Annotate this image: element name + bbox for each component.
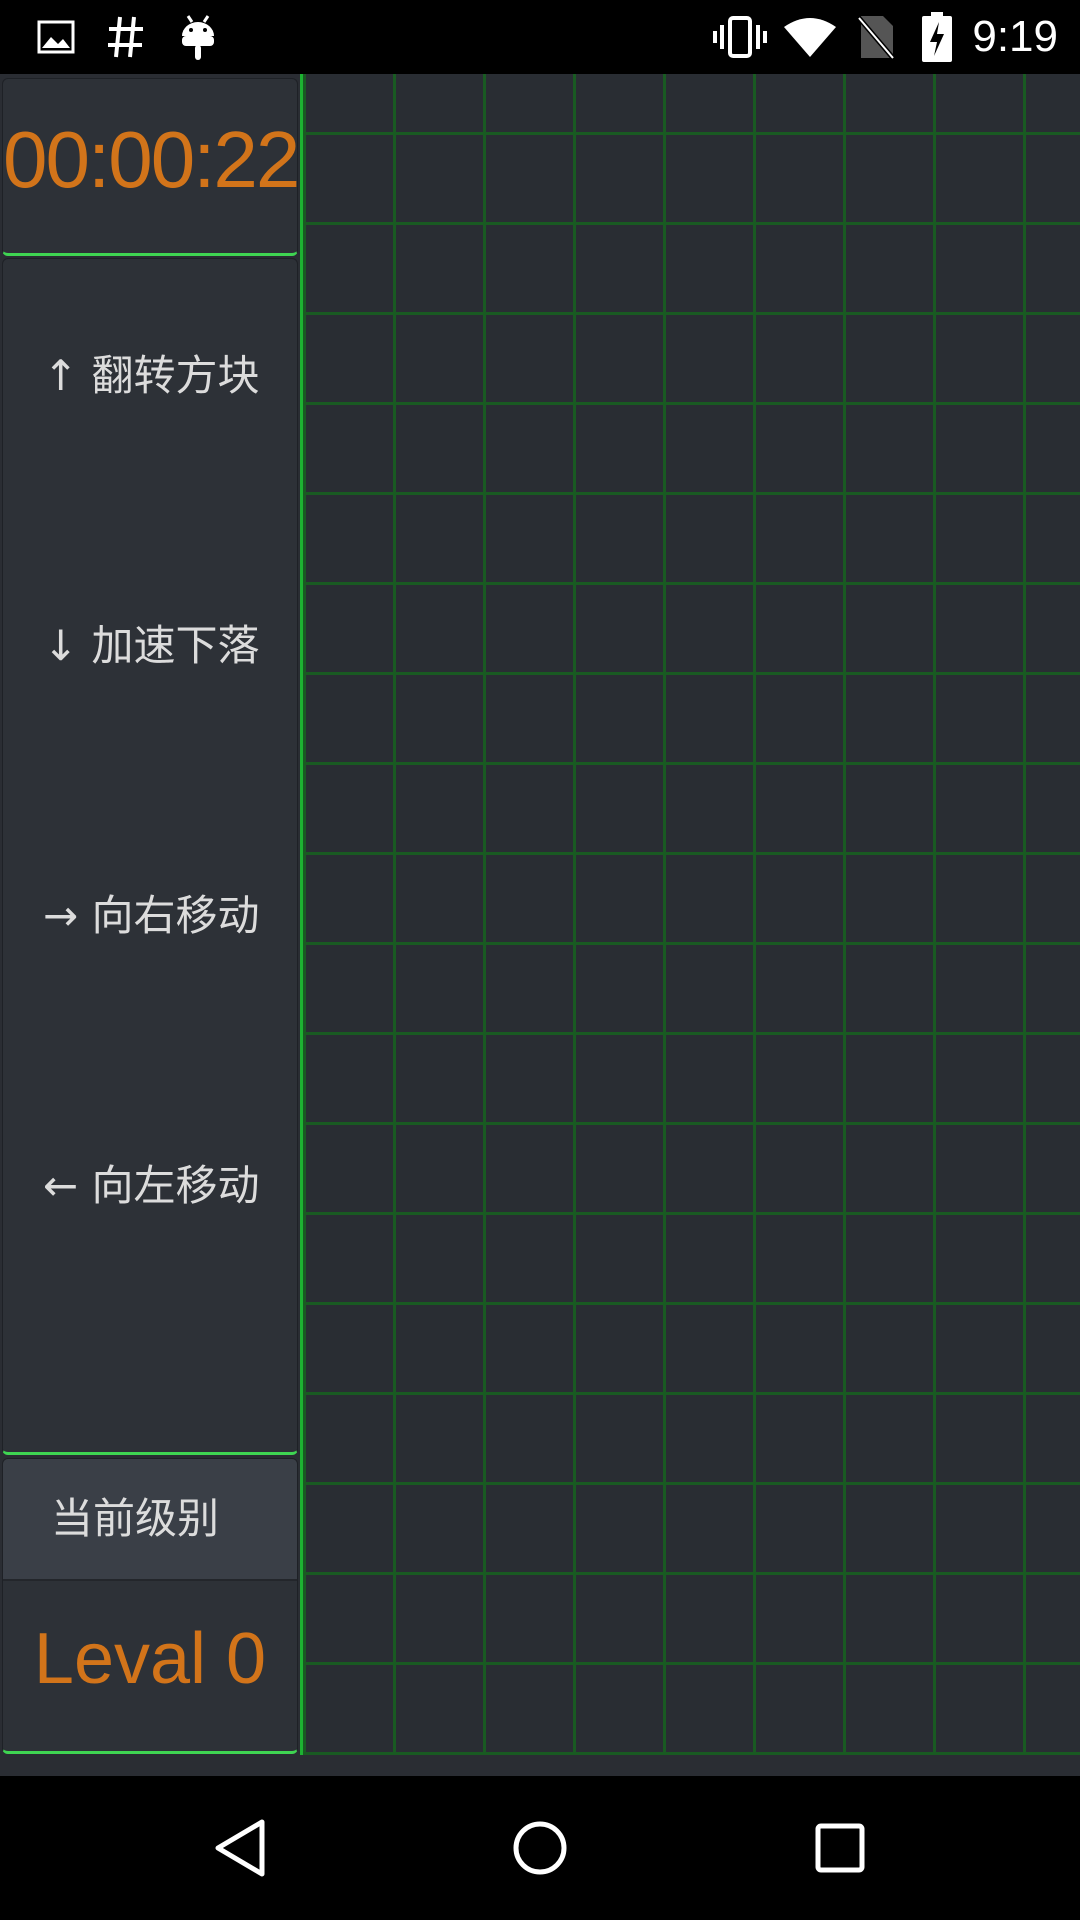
recents-icon[interactable] (790, 1798, 890, 1898)
image-icon (34, 10, 78, 64)
rotate-button[interactable]: ↑ 翻转方块 (43, 350, 260, 402)
hash-icon (104, 10, 148, 64)
timer-panel: 00:00:22 (2, 78, 300, 256)
game-screen: 00:00:22 ↑ 翻转方块 ↓ 加速下落 → 向右移动 ← 向左移动 当前级… (0, 74, 1080, 1776)
move-right-button[interactable]: → 向右移动 (43, 890, 260, 942)
status-bar: 9:19 (0, 0, 1080, 74)
status-time: 9:19 (972, 12, 1058, 61)
speed-down-button[interactable]: ↓ 加速下落 (43, 620, 260, 672)
elapsed-timer: 00:00:22 (3, 115, 300, 204)
home-icon[interactable] (490, 1798, 590, 1898)
level-panel: 当前级别 Leval 0 (2, 1458, 298, 1754)
level-value: Leval 0 (33, 1619, 267, 1699)
move-left-button[interactable]: ← 向左移动 (43, 1160, 260, 1212)
game-board[interactable] (300, 74, 1080, 1755)
back-icon[interactable] (190, 1798, 290, 1898)
level-label: 当前级别 (51, 1494, 220, 1543)
android-icon (176, 10, 220, 64)
navigation-bar (0, 1776, 1080, 1920)
no-sim-icon (856, 10, 896, 64)
battery-charging-icon (920, 10, 954, 64)
level-header: 当前级别 (3, 1459, 297, 1581)
sidebar: 00:00:22 ↑ 翻转方块 ↓ 加速下落 → 向右移动 ← 向左移动 当前级… (0, 74, 300, 1755)
vibrate-icon (712, 10, 768, 64)
controls-panel: ↑ 翻转方块 ↓ 加速下落 → 向右移动 ← 向左移动 (2, 258, 298, 1455)
wifi-icon (782, 10, 838, 64)
